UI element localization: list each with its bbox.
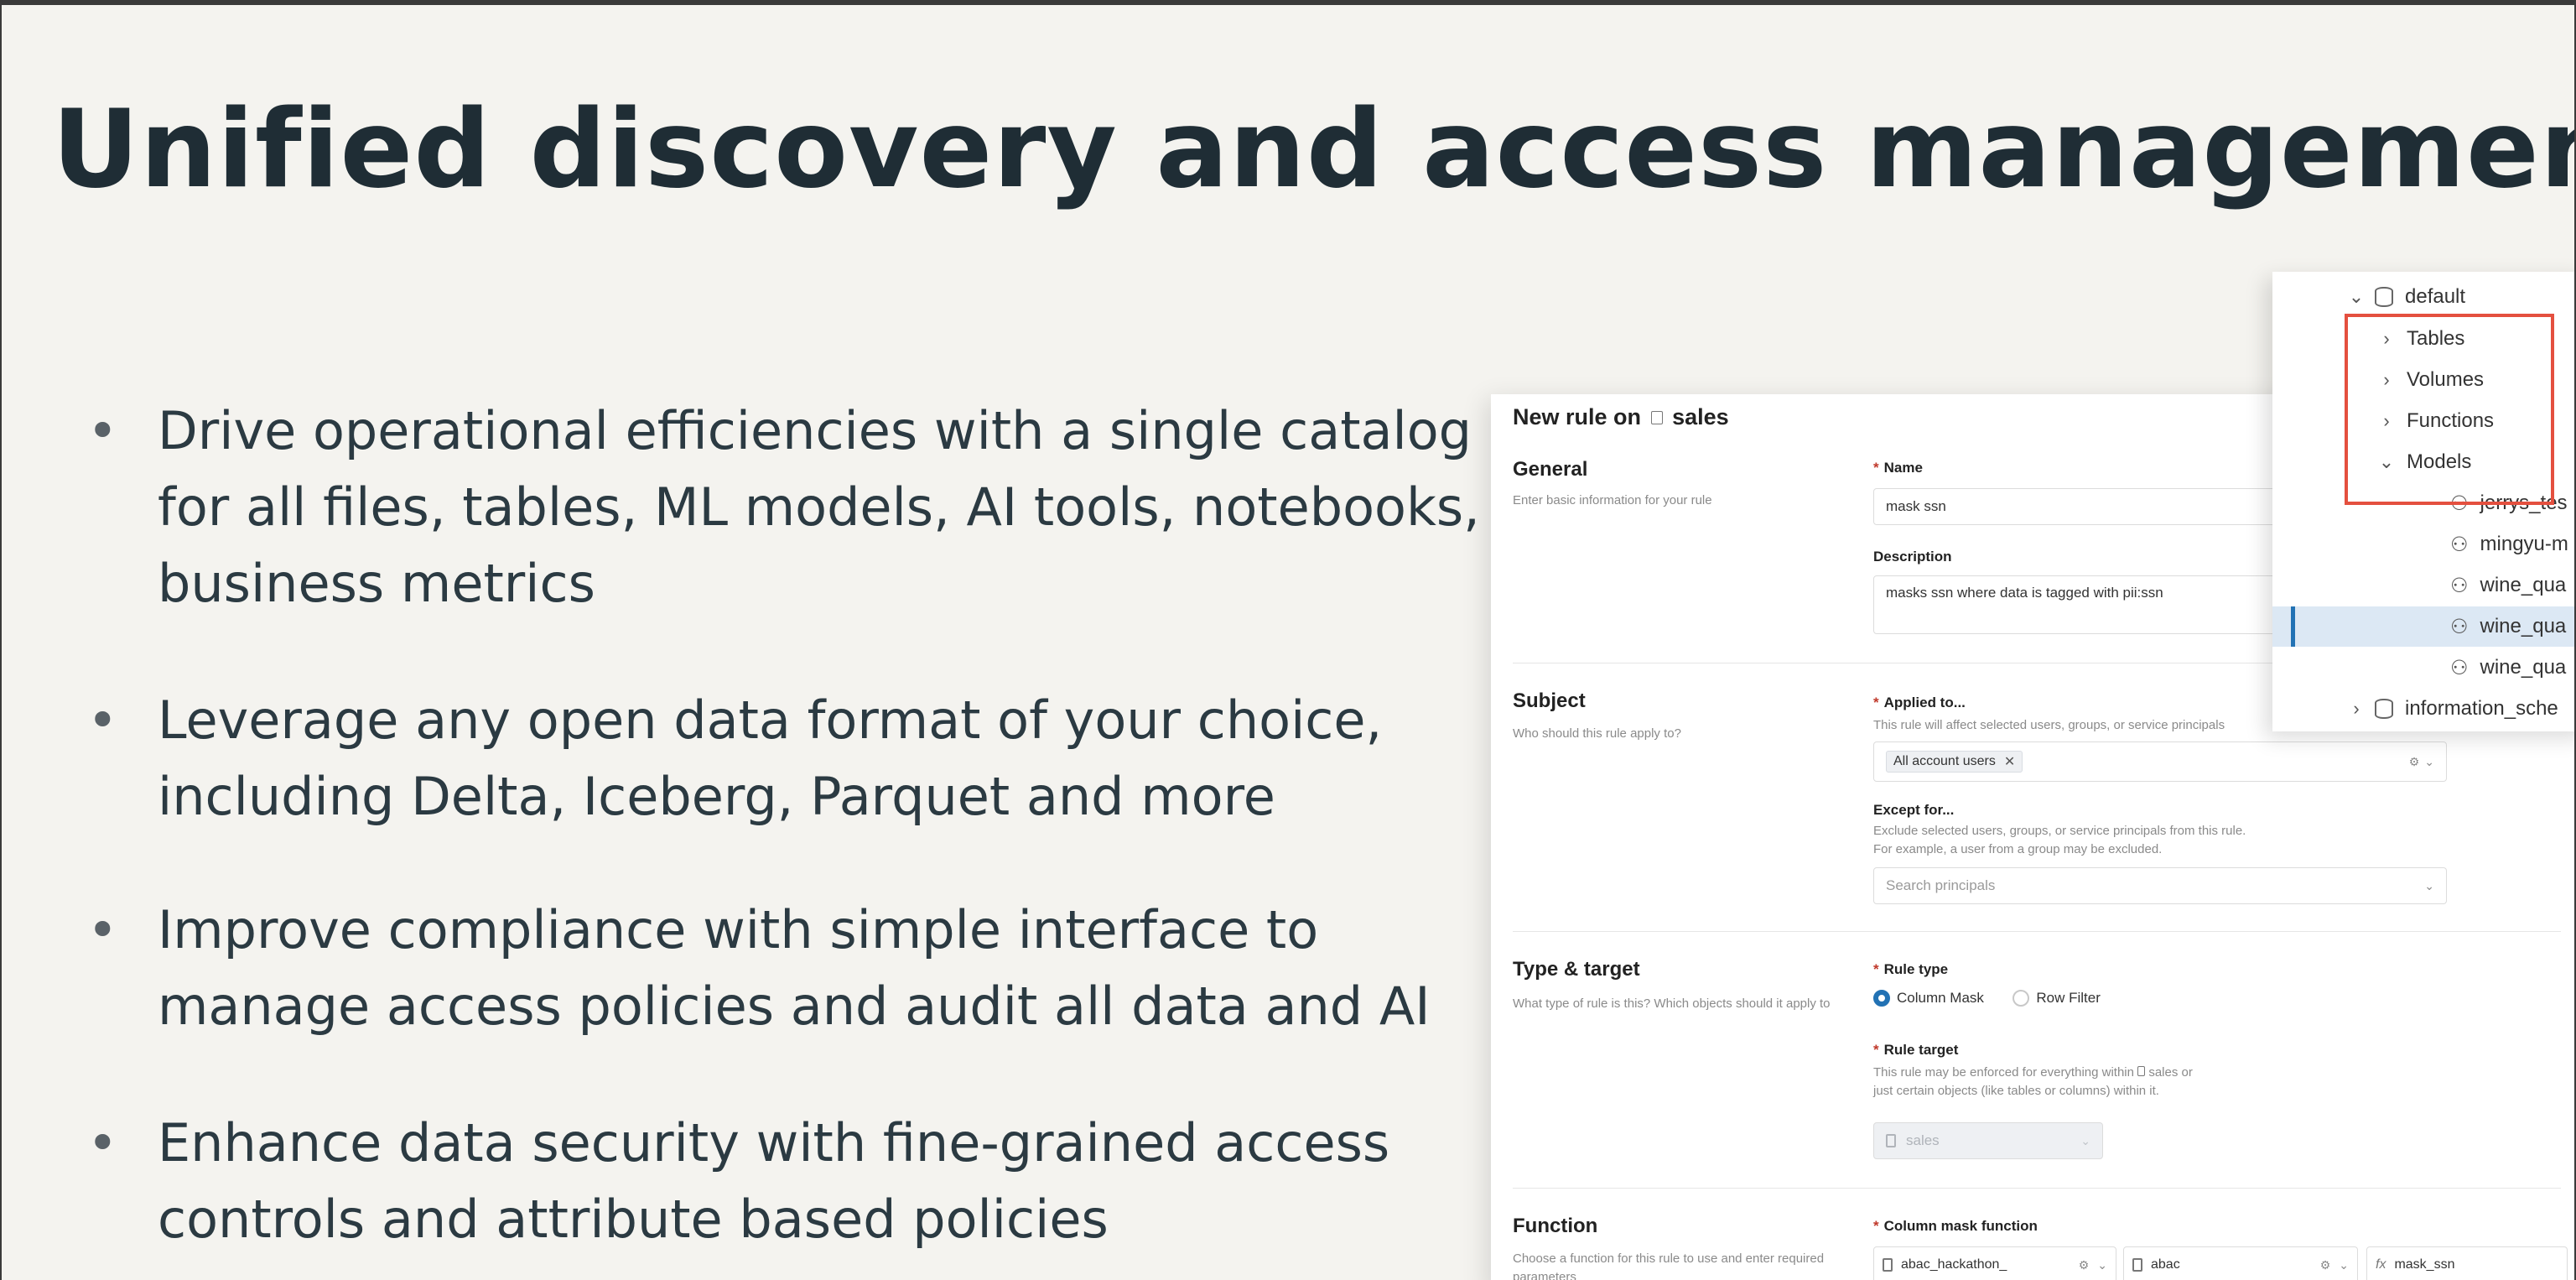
chevron-right-icon[interactable]: › — [2376, 369, 2397, 391]
catalog-icon — [2137, 1066, 2146, 1076]
subject-section-desc: Who should this rule apply to? — [1513, 726, 1681, 741]
settings-icon: ⚙ — [2078, 1257, 2090, 1272]
search-principals-input[interactable]: Search principals ⌄ — [1873, 867, 2447, 904]
description-label: Description — [1873, 549, 1952, 565]
row-filter-radio[interactable] — [2012, 990, 2030, 1007]
applied-to-select[interactable]: All account users ✕ ⚙ ⌄ — [1873, 741, 2447, 782]
bullet-item: Enhance data security with fine-grained … — [79, 1105, 1488, 1257]
slide-title: Unified discovery and access management — [52, 87, 2576, 212]
subject-section-title: Subject — [1513, 689, 1586, 712]
model-icon: ⚇ — [2450, 492, 2469, 515]
slide: Unified discovery and access management … — [0, 0, 2576, 1280]
general-section-desc: Enter basic information for your rule — [1513, 493, 1712, 507]
function-selectors: abac_hackathon_ ⚙ ⌄ abac ⚙ ⌄ fx mask_ssn — [1873, 1246, 2568, 1280]
applied-to-label: * Applied to... — [1873, 695, 1966, 710]
type-target-section-title: Type & target — [1513, 958, 1640, 981]
tree-item-tables[interactable]: › Tables — [2272, 319, 2574, 359]
tree-item-models[interactable]: ⌄ Models — [2272, 442, 2574, 482]
catalog-icon — [1650, 411, 1663, 424]
chevron-down-icon[interactable]: ⌄ — [2080, 1134, 2090, 1148]
except-for-label: Except for... — [1873, 802, 1955, 818]
principal-chip: All account users ✕ — [1886, 751, 2023, 773]
bullet-item: Drive operational efficiencies with a si… — [79, 393, 1488, 622]
rule-target-help: This rule may be enforced for everything… — [1873, 1065, 2193, 1080]
function-section-title: Function — [1513, 1215, 1598, 1237]
except-for-help-example: For example, a user from a group may be … — [1873, 842, 2163, 856]
tree-item-model[interactable]: ⚇ wine_qua — [2272, 648, 2574, 688]
function-section-desc: Choose a function for this rule to use a… — [1513, 1251, 1825, 1280]
tree-item-model[interactable]: ⚇ mingyu-m — [2272, 524, 2574, 565]
except-for-help: Exclude selected users, groups, or servi… — [1873, 824, 2246, 838]
chevron-down-icon[interactable]: ⌄ — [2376, 451, 2397, 473]
section-divider — [1513, 931, 2561, 932]
model-icon: ⚇ — [2450, 533, 2469, 556]
model-icon: ⚇ — [2450, 656, 2469, 679]
function-schema-select[interactable]: abac ⚙ ⌄ — [2123, 1246, 2358, 1280]
function-name-select[interactable]: fx mask_ssn — [2366, 1246, 2568, 1280]
tree-item-model[interactable]: ⚇ jerrys_tes — [2272, 483, 2574, 523]
section-divider — [1513, 1188, 2561, 1189]
settings-icon[interactable]: ⚙ — [2409, 755, 2420, 769]
chevron-right-icon[interactable]: › — [2346, 698, 2366, 720]
model-icon: ⚇ — [2450, 615, 2469, 638]
general-section-title: General — [1513, 458, 1588, 481]
chevron-right-icon[interactable]: › — [2376, 410, 2397, 432]
bullet-item: Leverage any open data format of your ch… — [79, 682, 1488, 835]
database-icon — [2375, 699, 2393, 719]
chevron-right-icon[interactable]: › — [2376, 328, 2397, 350]
chevron-down-icon: ⌄ — [2339, 1257, 2349, 1272]
chevron-down-icon[interactable]: ⌄ — [2346, 286, 2366, 308]
function-icon: fx — [2376, 1257, 2386, 1272]
selection-indicator — [2291, 606, 2295, 647]
catalog-icon — [1886, 1134, 1896, 1147]
catalog-tree-popup: ⌄ default › Tables › Volumes › Functions… — [2272, 272, 2574, 731]
chevron-down-icon[interactable]: ⌄ — [2424, 755, 2434, 769]
tree-item-model-selected[interactable]: ⚇ wine_qua — [2272, 606, 2574, 647]
function-catalog-select[interactable]: abac_hackathon_ ⚙ ⌄ — [1873, 1246, 2116, 1280]
remove-chip-icon[interactable]: ✕ — [2004, 753, 2015, 770]
bullet-list: Drive operational efficiencies with a si… — [79, 393, 1488, 1280]
chevron-down-icon[interactable]: ⌄ — [2424, 879, 2434, 893]
rule-target-select[interactable]: sales ⌄ — [1873, 1122, 2103, 1159]
tree-item-functions[interactable]: › Functions — [2272, 401, 2574, 441]
name-label: * Name — [1873, 460, 1923, 476]
tree-item-model[interactable]: ⚇ wine_qua — [2272, 565, 2574, 606]
rule-type-options: Column Mask Row Filter — [1873, 990, 2101, 1007]
tree-item-default[interactable]: ⌄ default — [2272, 277, 2574, 317]
catalog-icon — [1883, 1258, 1893, 1272]
tree-item-volumes[interactable]: › Volumes — [2272, 360, 2574, 400]
rule-type-label: * Rule type — [1873, 961, 1949, 977]
database-icon — [2375, 287, 2393, 307]
column-mask-radio[interactable] — [1873, 990, 1890, 1007]
type-target-section-desc: What type of rule is this? Which objects… — [1513, 996, 1831, 1011]
settings-icon: ⚙ — [2319, 1257, 2331, 1272]
tree-item-information-schema[interactable]: › information_sche — [2272, 689, 2574, 729]
rule-target-label: * Rule target — [1873, 1042, 1959, 1058]
column-mask-function-label: * Column mask function — [1873, 1218, 2038, 1234]
model-icon: ⚇ — [2450, 574, 2469, 597]
form-title: New rule on sales — [1513, 404, 1729, 429]
schema-icon — [2132, 1258, 2142, 1272]
applied-to-help: This rule will affect selected users, gr… — [1873, 718, 2225, 732]
chevron-down-icon: ⌄ — [2097, 1257, 2107, 1272]
bullet-item: Improve compliance with simple interface… — [79, 892, 1488, 1044]
rule-target-help-line2: just certain objects (like tables or col… — [1873, 1084, 2159, 1098]
